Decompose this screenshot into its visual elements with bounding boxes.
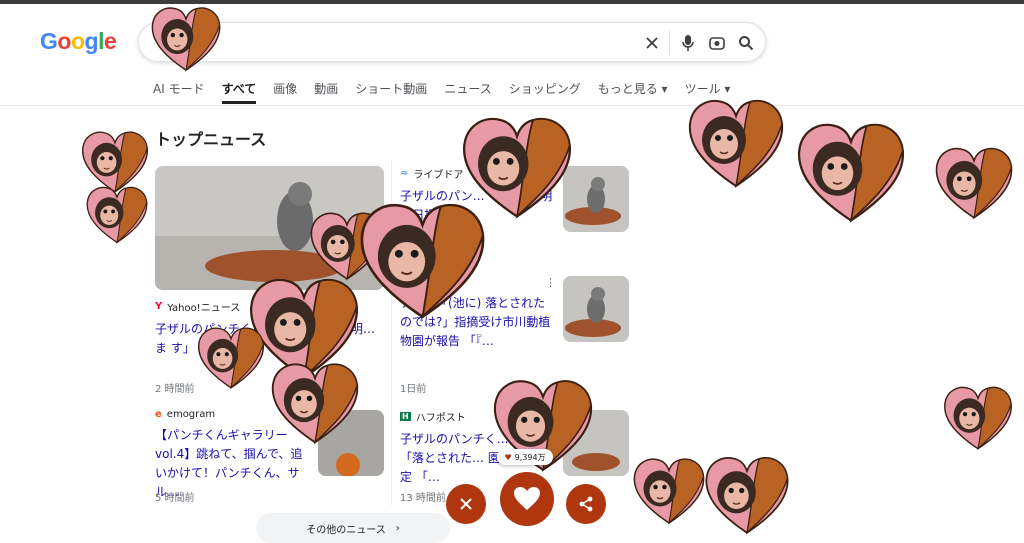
logo-letter: e <box>103 28 117 54</box>
tabs-divider <box>0 105 1024 106</box>
logo-letter: o <box>57 28 71 54</box>
news-time: 1日前 <box>400 384 427 395</box>
monkey-heart-sticker <box>360 203 485 319</box>
monkey-heart-sticker <box>935 147 1013 219</box>
close-icon <box>460 498 472 510</box>
emogram-icon: e <box>155 409 162 420</box>
yahoo-icon: Y <box>155 301 163 312</box>
search-box[interactable] <box>138 22 766 62</box>
tab-shopping[interactable]: ショッピング <box>509 80 581 104</box>
news-thumbnail[interactable] <box>563 276 629 342</box>
monkey-heart-sticker <box>151 7 221 71</box>
chevron-right-icon: › <box>395 522 400 534</box>
monkey-heart-sticker <box>688 99 784 187</box>
logo-letter: G <box>40 28 58 54</box>
news-source: ハフポスト <box>415 413 466 424</box>
monkey-heart-sticker <box>86 186 148 244</box>
like-count: 9,394万 <box>514 452 546 462</box>
logo-letter: o <box>70 28 85 54</box>
monkey-heart-sticker <box>944 386 1012 450</box>
tab-news[interactable]: ニュース <box>444 80 491 104</box>
section-title: トップニュース <box>155 130 267 149</box>
more-news-button[interactable]: その他のニュース › <box>256 513 450 543</box>
news-time: 2 時間前 <box>155 384 195 395</box>
close-button[interactable] <box>446 484 486 524</box>
monkey-heart-sticker <box>271 363 359 444</box>
huffpost-icon: H <box>400 412 411 421</box>
mic-icon[interactable] <box>677 32 699 54</box>
more-news-label: その他のニュース <box>306 524 386 536</box>
news-source: Yahoo!ニュース <box>167 303 241 314</box>
tab-short-videos[interactable]: ショート動画 <box>355 80 427 104</box>
search-divider <box>669 31 670 55</box>
tab-videos[interactable]: 動画 <box>314 80 338 104</box>
clear-icon[interactable] <box>641 32 663 54</box>
news-time: 5 時間前 <box>155 493 195 504</box>
tab-more[interactable]: もっと見る ▾ <box>598 80 668 104</box>
monkey-heart-sticker <box>633 458 705 524</box>
like-count-badge: ♥ 9,394万 <box>497 449 553 465</box>
tab-all[interactable]: すべて <box>221 80 257 104</box>
more-options-icon[interactable]: ⋮ <box>545 276 556 289</box>
google-logo[interactable]: Google <box>40 28 117 55</box>
search-icon[interactable] <box>735 32 757 54</box>
share-button[interactable] <box>566 484 606 524</box>
monkey-heart-sticker <box>705 457 789 534</box>
news-source: emogram <box>166 409 216 420</box>
search-tabs: AI モード すべて 画像 動画 ショート動画 ニュース ショッピング もっと見… <box>153 80 747 104</box>
heart-small-icon: ♥ <box>504 452 512 462</box>
lens-icon[interactable] <box>706 32 728 54</box>
like-button[interactable] <box>500 472 554 526</box>
logo-letter: g <box>84 28 99 54</box>
heart-icon <box>514 487 540 510</box>
news-source: ライブドア <box>413 170 464 181</box>
tab-images[interactable]: 画像 <box>273 80 297 104</box>
news-time: 13 時間前 <box>400 493 446 504</box>
monkey-heart-sticker <box>797 123 905 222</box>
search-input[interactable] <box>234 31 618 55</box>
livedoor-icon: ≈ <box>400 168 409 179</box>
tab-ai-mode[interactable]: AI モード <box>153 80 205 104</box>
share-icon <box>579 496 593 512</box>
